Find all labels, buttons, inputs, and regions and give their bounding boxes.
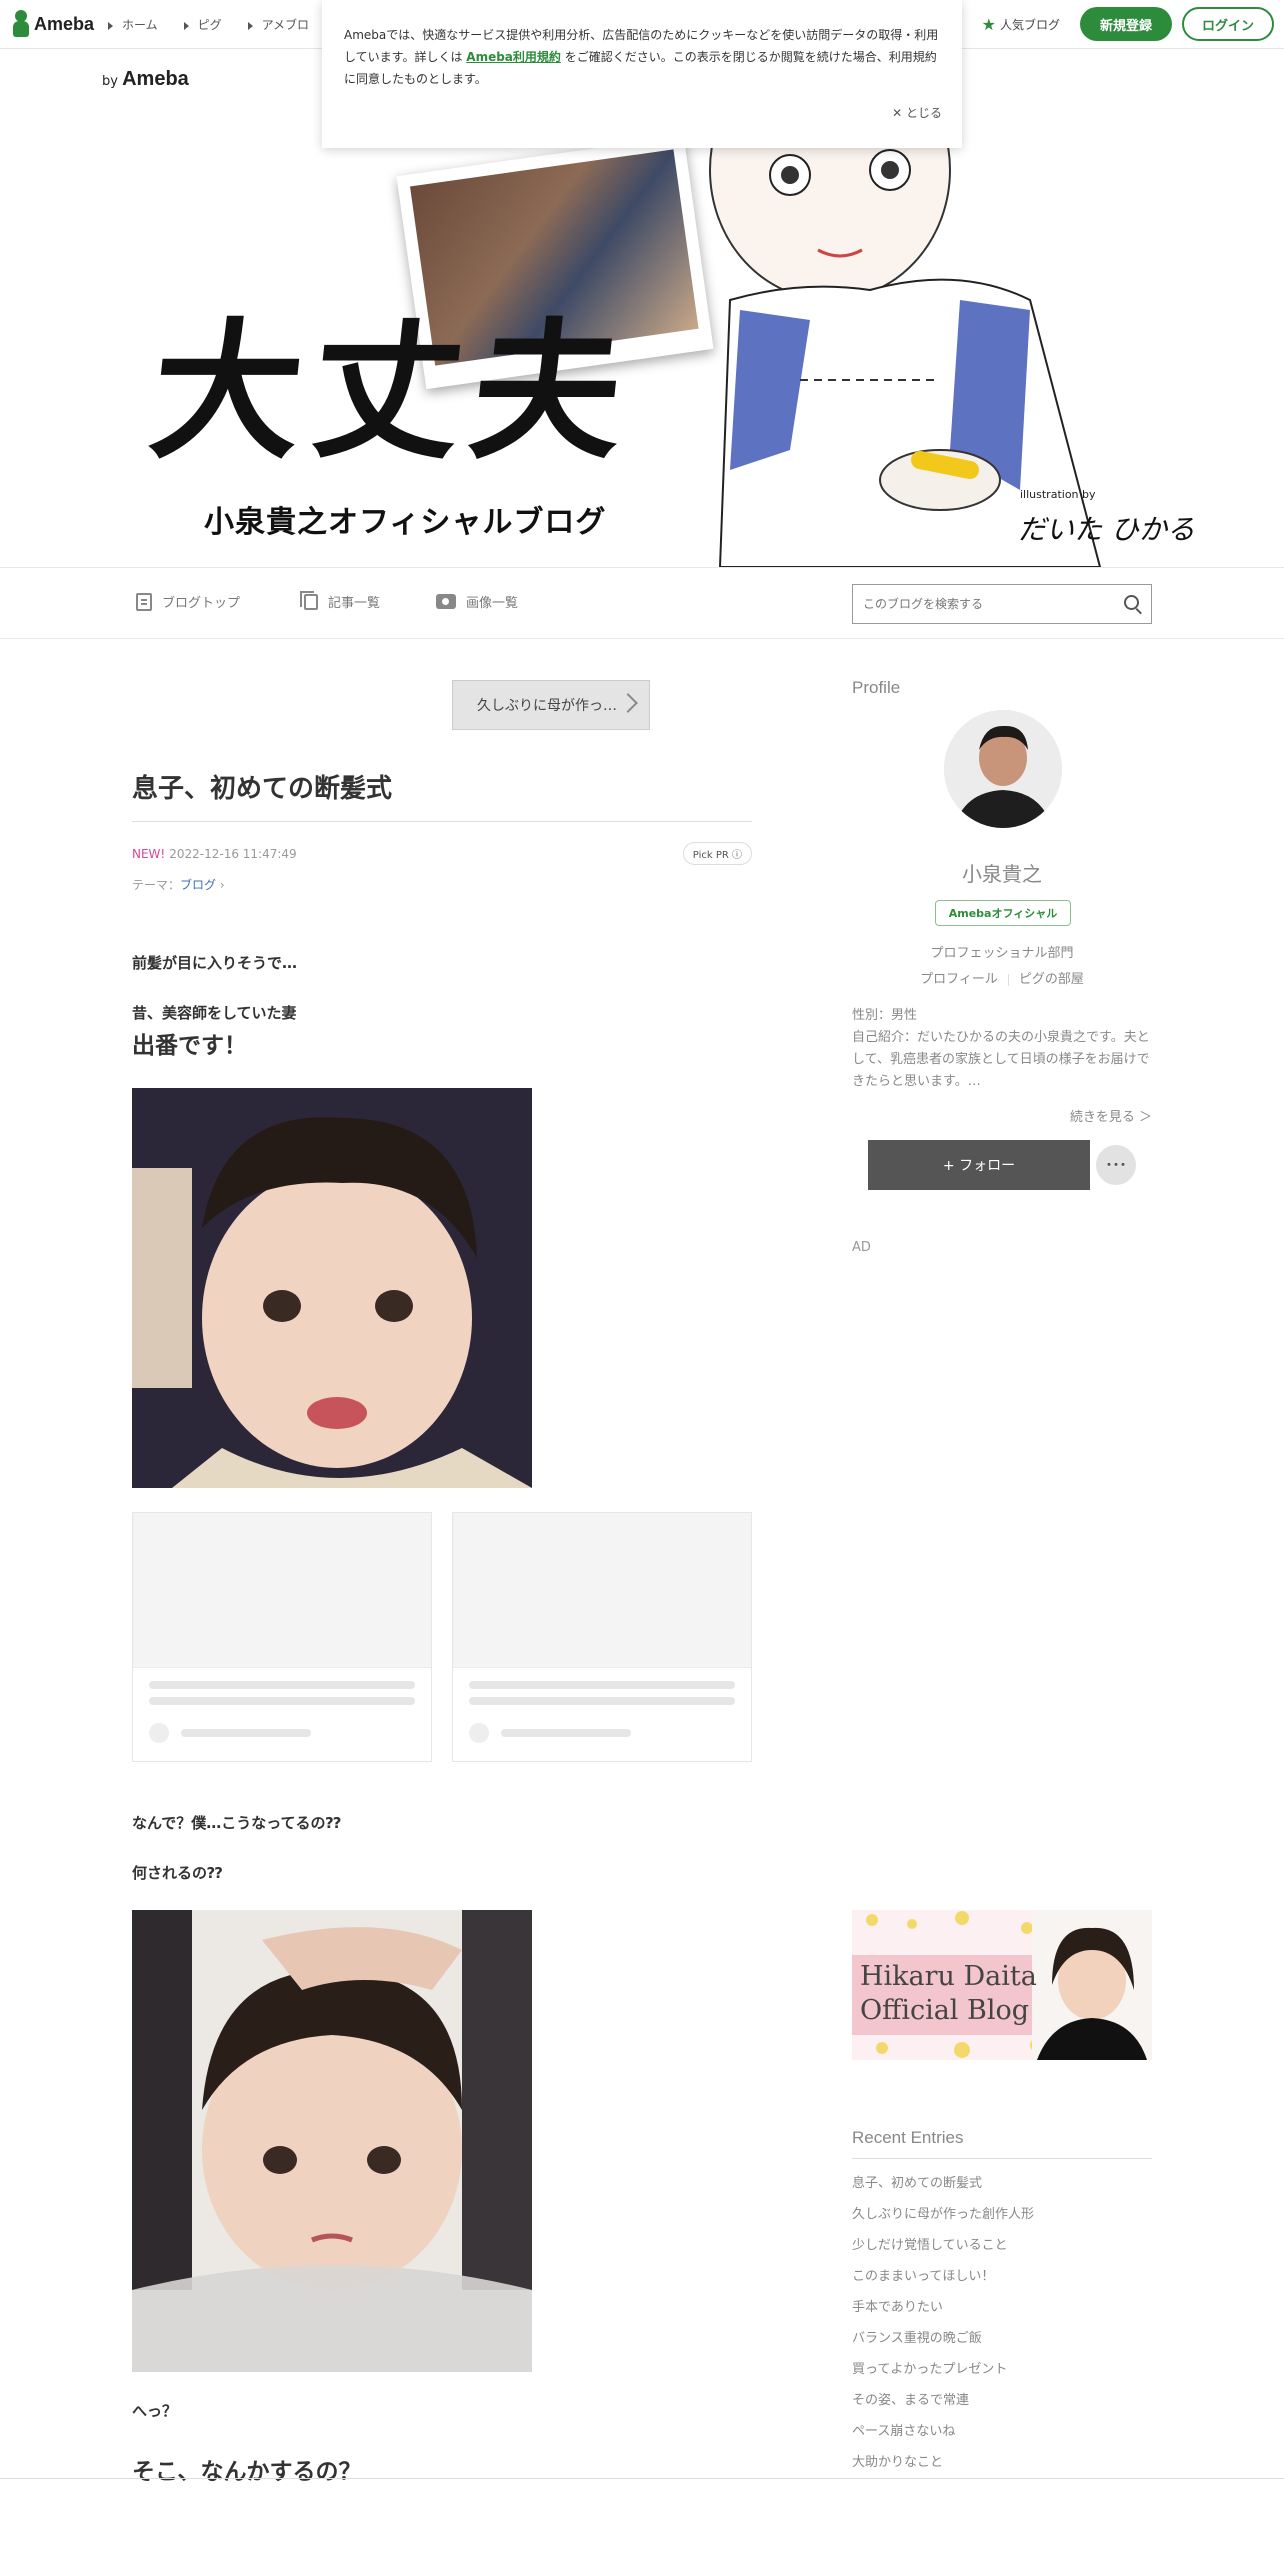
nav-image-list[interactable]: 画像一覧 (436, 592, 518, 611)
bottom-divider (0, 2478, 1284, 2479)
related-card[interactable] (452, 1512, 752, 1762)
blog-search-input[interactable] (853, 585, 1103, 623)
paragraph: へっ？ (132, 2402, 178, 2420)
new-badge: NEW! (132, 847, 166, 861)
page-icon (136, 592, 152, 611)
profile-category[interactable]: プロフェッショナル部門 (852, 942, 1152, 961)
global-nav: ホーム ピグ アメブロ (108, 0, 309, 49)
text-placeholder (149, 1681, 415, 1689)
cookie-close-button[interactable]: ✕ とじる (892, 102, 942, 124)
profile-heading: Profile (852, 678, 901, 697)
official-badge: Amebaオフィシャル (935, 900, 1071, 926)
prev-entry-button[interactable]: 久しぶりに母が作っ… (452, 680, 650, 730)
recent-entry-item[interactable]: 久しぶりに母が作った創作人形 (852, 2203, 1152, 2234)
baby-photo-2[interactable] (132, 1910, 532, 2372)
recent-entry-item[interactable]: 買ってよかったプレゼント (852, 2358, 1152, 2389)
text-placeholder (469, 1681, 735, 1689)
arrow-right-icon (108, 21, 113, 30)
text-placeholder (149, 1697, 415, 1705)
paragraph: 昔、美容師をしていた妻 (132, 1004, 297, 1022)
blog-subtitle: 小泉貴之オフィシャルブログ (204, 505, 607, 540)
crown-icon: ★ (981, 14, 996, 34)
paragraph: 前髪が目に入りそうで… (132, 954, 298, 972)
logo-text: Ameba (34, 13, 95, 34)
entry-meta: NEW! 2022-12-16 11:47:49 (132, 847, 297, 861)
camera-icon (436, 594, 456, 609)
ameba-logo[interactable]: Ameba (12, 10, 94, 38)
recent-entry-item[interactable]: 少しだけ覚悟していること (852, 2234, 1152, 2265)
paragraph: そこ、なんかするの？ (132, 2459, 362, 2485)
login-button[interactable]: ログイン (1182, 7, 1274, 41)
recent-entry-item[interactable]: 息子、初めての断髪式 (852, 2172, 1152, 2203)
text-placeholder (501, 1729, 631, 1737)
by-ameba-logo: by Ameba (102, 68, 189, 90)
terms-link[interactable]: Ameba利用規約 (466, 50, 561, 64)
illustrator-signature: だいた ひかる (1018, 513, 1195, 546)
banner-text: Hikaru Daita Official Blog (860, 1961, 1037, 2026)
recent-entry-item[interactable]: その姿、まるで常連 (852, 2389, 1152, 2420)
recent-entries-list: 息子、初めての断髪式 久しぶりに母が作った創作人形 少しだけ覚悟していること こ… (852, 2172, 1152, 2482)
hikaru-daita-banner[interactable]: Hikaru Daita Official Blog (852, 1910, 1152, 2060)
cookie-notice: Amebaでは、快適なサービス提供や利用分析、広告配信のためにクッキーなどを使い… (322, 0, 962, 148)
search-icon[interactable] (1124, 595, 1139, 610)
nav-blog-top[interactable]: ブログトップ (136, 592, 240, 611)
blog-nav: ブログトップ 記事一覧 画像一覧 (0, 567, 1284, 639)
paragraph: 出番です！ (132, 1033, 247, 1059)
recent-entry-item[interactable]: 手本でありたい (852, 2296, 1152, 2327)
more-options-button[interactable]: ･･･ (1096, 1145, 1136, 1185)
follow-button[interactable]: + フォロー (868, 1140, 1090, 1190)
ameba-mascot-icon (12, 10, 30, 38)
title-divider (132, 821, 752, 822)
arrow-right-icon (183, 21, 189, 30)
text-placeholder (181, 1729, 311, 1737)
recent-entry-item[interactable]: ペース崩さないね (852, 2420, 1152, 2451)
illustration-credit-label: illustration by (1020, 488, 1096, 501)
paragraph: なんで？僕…こうなってるの⁇ (132, 1814, 341, 1832)
baby-photo-1[interactable] (132, 1088, 532, 1488)
card-thumbnail-placeholder (133, 1513, 431, 1668)
nav-ameblo[interactable]: アメブロ (247, 16, 309, 33)
popular-blog-link[interactable]: ★ 人気ブログ (982, 15, 1060, 34)
nav-home[interactable]: ホーム (108, 16, 158, 33)
recent-entry-item[interactable]: このままいってほしい！ (852, 2265, 1152, 2296)
chevron-right-icon (618, 693, 638, 713)
register-button[interactable]: 新規登録 (1080, 7, 1172, 41)
recent-entry-item[interactable]: バランス重視の晩ご飯 (852, 2327, 1152, 2358)
profile-description: 性別：男性 自己紹介：だいたひかるの夫の小泉貴之です。夫として、乳癌患者の家族と… (852, 1008, 1150, 1089)
avatar-placeholder (149, 1723, 169, 1743)
profile-avatar[interactable] (944, 710, 1062, 828)
paragraph: 何されるの⁇ (132, 1864, 223, 1882)
text-placeholder (469, 1697, 735, 1705)
entry-title[interactable]: 息子、初めての断髪式 (132, 768, 392, 805)
blog-title: 大丈夫 (142, 306, 642, 480)
arrow-right-icon (247, 21, 253, 30)
recent-entries-heading: Recent Entries (852, 2128, 1152, 2159)
entry-date: 2022-12-16 11:47:49 (169, 847, 297, 861)
avatar-placeholder (469, 1723, 489, 1743)
entry-theme: テーマ：ブログ › (132, 878, 225, 892)
pig-room-link[interactable]: ピグの部屋 (1019, 972, 1084, 987)
card-thumbnail-placeholder (453, 1513, 751, 1668)
read-more-link[interactable]: 続きを見る ＞ (1070, 1106, 1152, 1125)
profile-name[interactable]: 小泉貴之 (852, 858, 1152, 887)
copy-icon (300, 590, 318, 610)
close-icon: ✕ (892, 106, 906, 120)
nav-entry-list[interactable]: 記事一覧 (300, 590, 380, 611)
blog-search (852, 584, 1152, 624)
ad-label: AD (852, 1240, 871, 1255)
profile-links: プロフィール ピグの部屋 (852, 968, 1152, 987)
nav-pig[interactable]: ピグ (183, 16, 222, 33)
profile-link[interactable]: プロフィール (920, 972, 998, 987)
related-card[interactable] (132, 1512, 432, 1762)
related-cards (132, 1512, 752, 1762)
theme-link[interactable]: ブログ (180, 878, 216, 892)
pick-pr-button[interactable]: Pick PR ⓘ (682, 842, 752, 865)
